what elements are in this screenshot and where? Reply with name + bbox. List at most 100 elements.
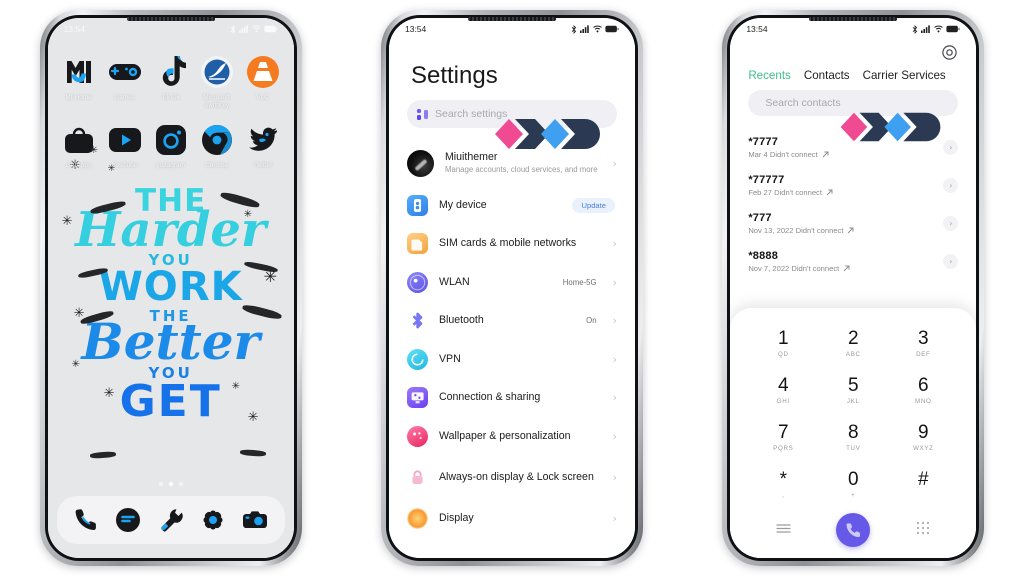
call-button[interactable] <box>836 513 871 547</box>
app-icon-getapps[interactable]: GetApps <box>58 122 100 170</box>
row-text: WLAN <box>439 276 552 289</box>
chevron-right-icon[interactable]: › <box>943 253 959 269</box>
tab-contacts[interactable]: Contacts <box>804 69 850 82</box>
table-row[interactable]: *8888 Nov 7, 2022 Didn't connect › <box>730 242 976 280</box>
call-info: *7777 Mar 4 Didn't connect <box>748 136 935 159</box>
search-settings-input[interactable]: Search settings <box>406 100 617 128</box>
status-indicators <box>571 24 619 34</box>
vlc-cone-icon <box>245 54 281 90</box>
dialer-tabs: Recents Contacts Carrier Services <box>730 61 976 88</box>
phone-handset-icon[interactable] <box>72 506 100 534</box>
app-icon-twitter[interactable]: Twitter <box>242 122 284 170</box>
dialpad-key-2[interactable]: 2 ABC <box>818 320 888 367</box>
signal-icon <box>238 25 248 33</box>
app-icon-vlc[interactable]: VLC <box>242 54 284 110</box>
settings-row-account[interactable]: Miuithemer Manage accounts, cloud servic… <box>389 140 635 186</box>
key-letters: , <box>782 492 785 499</box>
row-value: On <box>586 316 597 326</box>
connection-icon <box>406 387 428 409</box>
row-label: Display <box>438 512 474 525</box>
page-dot-active[interactable] <box>168 482 173 486</box>
dialpad-key-0[interactable]: 0 + <box>818 461 888 508</box>
dialpad-keys: 1 QD 2 ABC 3 DEF 4 GHI 5 JKL 6 MNO 7 PQRS 8 TUV … <box>748 320 958 508</box>
app-icon-swiftkey[interactable]: Microsoft SwiftKey <box>196 54 238 110</box>
table-row[interactable]: *77777 Feb 27 Didn't connect › <box>730 166 976 204</box>
row-text: My device <box>439 199 562 212</box>
page-dot[interactable] <box>178 482 183 486</box>
home-dock <box>56 496 285 544</box>
row-label: Bluetooth <box>438 314 484 327</box>
battery-icon <box>946 25 961 33</box>
menu-lines-icon[interactable] <box>776 521 791 539</box>
settings-row-always-on-display[interactable]: Always-on display & Lock screen › <box>389 456 635 500</box>
app-icon-instagram[interactable]: Instagram <box>150 122 192 170</box>
dialpad-key-3[interactable]: 3 DEF <box>888 320 958 367</box>
dialpad-key-star[interactable]: *, <box>748 461 818 508</box>
page-dot[interactable] <box>158 482 163 486</box>
search-contacts-input[interactable]: Search contacts <box>748 90 959 116</box>
key-digit: 8 <box>848 422 859 443</box>
outgoing-call-icon <box>843 265 850 271</box>
call-meta: Nov 7, 2022 Didn't connect <box>748 264 935 273</box>
app-row-2: GetApps YouTube Instagram Chrome Twitter <box>58 122 284 170</box>
dialpad-key-7[interactable]: 7 PQRS <box>748 414 818 461</box>
phone-device-settings: 13:54 Settings Search settings Miuitheme… <box>380 10 643 566</box>
search-placeholder: Search settings <box>434 108 508 120</box>
settings-row-bluetooth[interactable]: Bluetooth On › <box>389 302 635 341</box>
gear-icon[interactable] <box>941 44 958 61</box>
message-bubble-icon[interactable] <box>114 506 142 534</box>
key-letters: JKL <box>846 398 860 405</box>
settings-row-connection-sharing[interactable]: Connection & sharing › <box>389 379 635 418</box>
lock-icon <box>407 467 428 488</box>
call-meta-text: Mar 4 Didn't connect <box>748 149 818 159</box>
tab-carrier-services[interactable]: Carrier Services <box>863 69 946 82</box>
dialpad-key-hash[interactable]: # <box>888 461 958 508</box>
chevron-right-icon[interactable]: › <box>943 215 959 231</box>
app-icon-youtube[interactable]: YouTube <box>104 122 146 170</box>
tab-recents[interactable]: Recents <box>748 69 791 82</box>
settings-row-wallpaper[interactable]: Wallpaper & personalization › <box>389 417 635 456</box>
dialpad-key-5[interactable]: 5 JKL <box>818 367 888 414</box>
chevron-right-icon: › <box>612 314 617 328</box>
camera-icon[interactable] <box>241 506 269 534</box>
outgoing-call-icon <box>848 227 854 233</box>
app-icon-tiktok[interactable]: TikTok <box>150 54 192 110</box>
wrench-icon[interactable] <box>157 506 185 534</box>
chevron-right-icon: › <box>612 471 617 484</box>
call-number: *7777 <box>748 135 779 148</box>
app-label: Microsoft SwiftKey <box>203 94 230 109</box>
bluetooth-icon <box>571 24 577 34</box>
key-digit: 0 <box>848 469 859 490</box>
gear-icon[interactable] <box>199 506 227 534</box>
dialpad-key-4[interactable]: 4 GHI <box>748 367 818 414</box>
settings-row-my-device[interactable]: My device Update <box>389 186 635 225</box>
call-number: *77777 <box>748 173 785 186</box>
dialpad-key-8[interactable]: 8 TUV <box>818 414 888 461</box>
app-label: YouTube <box>111 161 138 169</box>
table-row[interactable]: *777 Nov 13, 2022 Didn't connect › <box>730 204 976 242</box>
row-value: Home-5G <box>562 277 597 287</box>
phone-device-dialer: 13:54 Recents Contacts Carrier Services … <box>722 10 985 566</box>
row-text: SIM cards & mobile networks <box>439 237 602 250</box>
chevron-right-icon[interactable]: › <box>943 177 959 193</box>
youtube-icon <box>107 122 143 158</box>
chevron-right-icon[interactable]: › <box>943 139 959 155</box>
keypad-grid-icon[interactable] <box>916 521 930 540</box>
row-label: Always-on display & Lock screen <box>438 471 594 484</box>
table-row[interactable]: *7777 Mar 4 Didn't connect › <box>730 128 976 166</box>
wallpaper-word-6: Better <box>81 312 260 372</box>
row-text: VPN <box>439 353 602 366</box>
app-icon-chrome[interactable]: Chrome <box>196 122 238 170</box>
settings-row-wlan[interactable]: WLAN Home-5G › <box>389 263 635 302</box>
key-digit: 7 <box>778 422 789 443</box>
settings-row-display[interactable]: Display › <box>389 500 635 539</box>
settings-row-vpn[interactable]: VPN › <box>389 340 635 379</box>
app-icon-games[interactable]: Games <box>104 54 146 110</box>
app-icon-mi-home[interactable]: MI Home <box>58 54 100 110</box>
swiftkey-icon <box>199 54 235 90</box>
dialpad-key-9[interactable]: 9 WXYZ <box>888 414 958 461</box>
settings-row-sim-cards[interactable]: SIM cards & mobile networks › <box>389 225 635 264</box>
dialpad-key-1[interactable]: 1 QD <box>748 320 818 367</box>
dialpad-key-6[interactable]: 6 MNO <box>888 367 958 414</box>
status-badge[interactable]: Update <box>572 197 615 213</box>
